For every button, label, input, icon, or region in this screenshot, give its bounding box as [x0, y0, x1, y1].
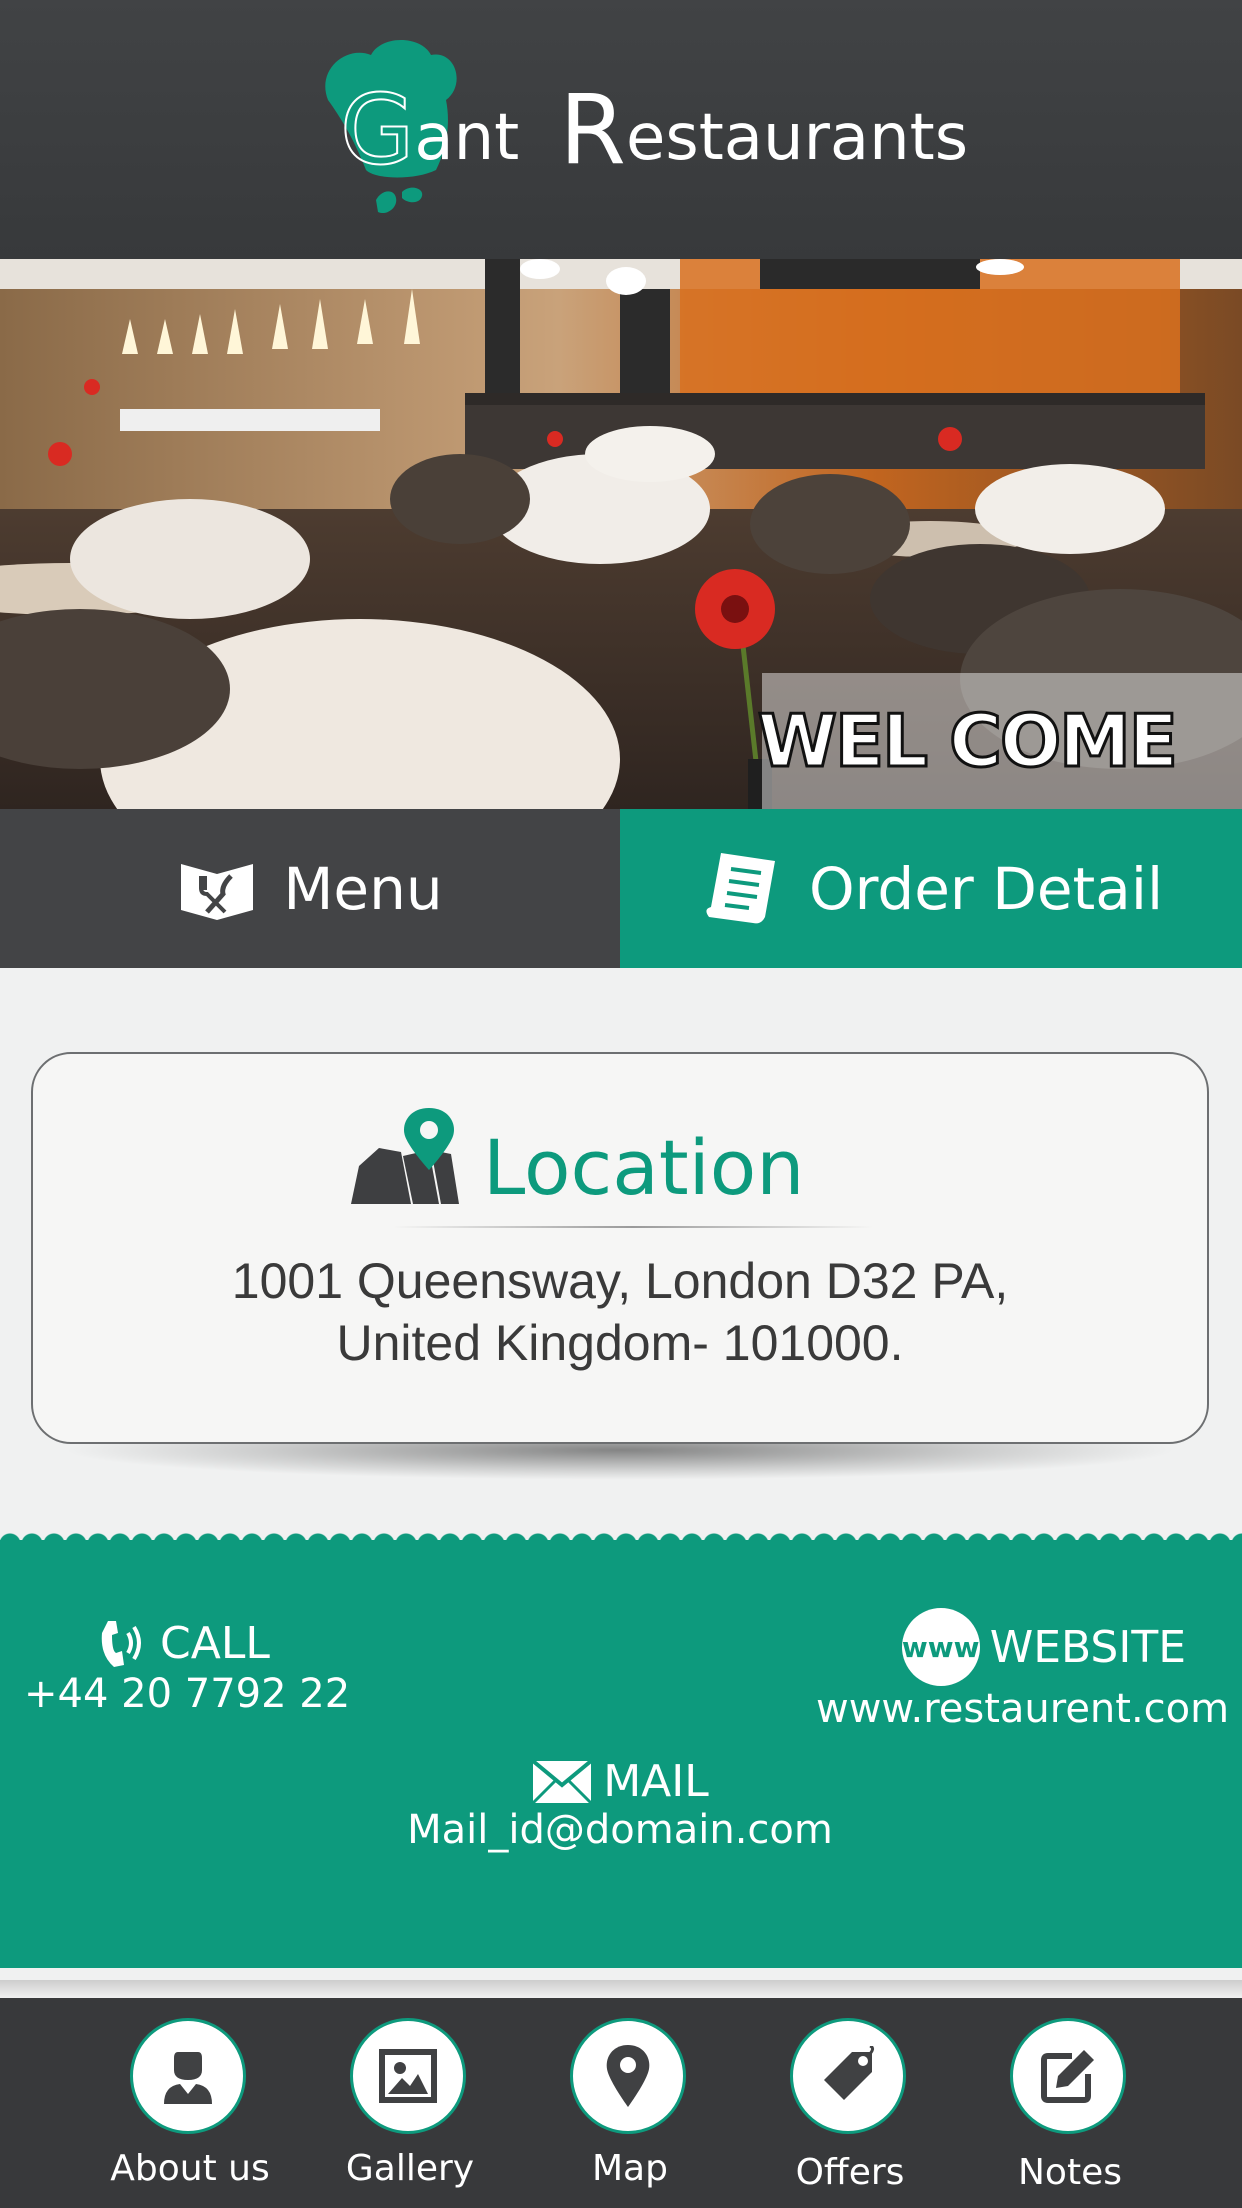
website-url: www.restaurent.com	[816, 1686, 1230, 1732]
nav-map-label: Map	[592, 2148, 668, 2189]
mail-label: MAIL	[603, 1756, 709, 1807]
app-header: G ant R estaurants	[0, 0, 1242, 259]
edit-icon	[1041, 2050, 1094, 2103]
nav-shadow	[0, 1980, 1242, 1998]
map-pin-icon	[606, 2045, 650, 2107]
brand-word-1: ant	[414, 101, 520, 175]
www-icon: www	[901, 1608, 980, 1686]
tab-menu[interactable]: Menu	[0, 809, 620, 968]
mail-block[interactable]: MAIL Mail_id@domain.com	[370, 1756, 870, 1853]
bottom-nav: About us Gallery Map Offers Notes	[0, 1998, 1242, 2208]
brand-word-2: estaurants	[625, 101, 969, 175]
image-icon	[379, 2049, 437, 2103]
call-number: +44 20 7792 22	[24, 1671, 351, 1717]
divider	[393, 1226, 873, 1228]
website-label: WEBSITE	[989, 1621, 1186, 1673]
receipt-icon	[706, 852, 775, 923]
brand-name: G ant R estaurants	[339, 58, 969, 186]
address: 1001 Queensway, London D32 PA, United Ki…	[33, 1250, 1207, 1374]
nav-about-us-label: About us	[110, 2148, 270, 2189]
mail-address: Mail_id@domain.com	[407, 1807, 833, 1853]
envelope-icon	[531, 1758, 593, 1804]
nav-offers[interactable]: Offers	[740, 1998, 960, 2208]
nav-map-circle	[570, 2018, 686, 2134]
nav-gallery-circle	[350, 2018, 466, 2134]
tag-icon	[824, 2046, 875, 2100]
phone-icon	[101, 1621, 141, 1667]
nav-notes-circle	[1010, 2018, 1126, 2134]
call-block[interactable]: CALL +44 20 7792 22	[24, 1615, 351, 1718]
tab-menu-label: Menu	[283, 854, 443, 923]
tab-order-detail-label: Order Detail	[808, 854, 1164, 923]
map-pin-icon	[351, 1108, 459, 1204]
nav-map[interactable]: Map	[520, 1998, 740, 2208]
user-icon	[164, 2052, 212, 2104]
address-line-1: 1001 Queensway, London D32 PA,	[231, 1253, 1009, 1309]
website-block[interactable]: www WEBSITE www.restaurent.com	[816, 1608, 1230, 1732]
location-card: Location 1001 Queensway, London D32 PA, …	[31, 1052, 1209, 1444]
nav-about-us[interactable]: About us	[80, 1998, 300, 2208]
nav-notes-label: Notes	[1018, 2152, 1122, 2193]
www-icon-text: www	[901, 1630, 980, 1664]
main-tabs: Menu Order Detail	[0, 809, 1242, 968]
nav-offers-label: Offers	[795, 2152, 905, 2193]
address-line-2: United Kingdom- 101000.	[336, 1315, 904, 1371]
nav-offers-circle	[790, 2018, 906, 2134]
hero-image: WEL COME	[0, 259, 1242, 809]
nav-notes[interactable]: Notes	[960, 1998, 1180, 2208]
call-label: CALL	[160, 1617, 270, 1669]
location-header: Location	[351, 1106, 804, 1206]
nav-about-us-circle	[130, 2018, 246, 2134]
brand-letter-r: R	[559, 74, 626, 186]
welcome-text: WEL COME	[756, 698, 1179, 785]
brand-letter-g: G	[339, 74, 415, 186]
contact-section: CALL +44 20 7792 22 www WEBSITE www.rest…	[0, 1540, 1242, 1968]
nav-gallery-label: Gallery	[345, 2148, 475, 2189]
tab-order-detail[interactable]: Order Detail	[620, 809, 1242, 968]
nav-gallery[interactable]: Gallery	[300, 1998, 520, 2208]
location-title: Location	[483, 1123, 805, 1212]
cutlery-icon	[181, 863, 254, 920]
